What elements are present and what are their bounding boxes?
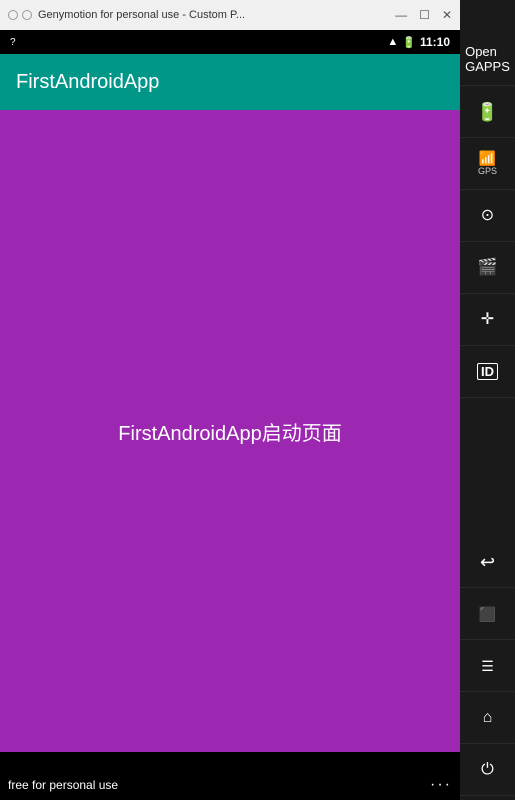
back-nav-icon: ↩: [480, 553, 495, 571]
signal-icon: ▲: [387, 36, 398, 48]
title-dots: [8, 10, 32, 20]
watermark-text: free for personal use: [8, 778, 118, 792]
more-button[interactable]: ···: [430, 776, 452, 794]
title-bar-left: Genymotion for personal use - Custom P..…: [8, 9, 245, 21]
open-gapps-icon: OpenGAPPS: [465, 45, 510, 74]
sidebar-item-camera[interactable]: ⊙: [460, 190, 515, 242]
main-content[interactable]: FirstAndroidApp启动页面: [0, 110, 460, 752]
minimize-button[interactable]: —: [395, 9, 407, 21]
sidebar-item-power[interactable]: ⏻: [460, 744, 515, 796]
dot-1: [8, 10, 18, 20]
clock: 11:10: [420, 35, 450, 49]
menu-nav-icon: ☰: [481, 659, 494, 673]
battery-icon: 🔋: [402, 36, 416, 49]
device-id-icon: ID: [477, 363, 498, 380]
dot-2: [22, 10, 32, 20]
gps-icon: 📶: [479, 151, 496, 165]
sidebar-item-device-id[interactable]: ID: [460, 346, 515, 398]
sidebar-item-recent[interactable]: ⬛: [460, 588, 515, 640]
close-button[interactable]: ✕: [442, 9, 452, 21]
home-nav-icon: ⌂: [483, 710, 493, 726]
gps-label: GPS: [478, 167, 497, 177]
status-bar: ? ▲ 🔋 11:10: [0, 30, 460, 54]
watermark-bar: free for personal use ···: [0, 770, 460, 800]
question-mark: ?: [10, 37, 16, 48]
recent-nav-icon: ⬛: [479, 607, 496, 621]
title-bar-controls: — ☐ ✕: [395, 9, 452, 21]
phone-emulator: ? ▲ 🔋 11:10 FirstAndroidApp FirstAndroid…: [0, 30, 460, 800]
sidebar-item-menu[interactable]: ☰: [460, 640, 515, 692]
app-bar: FirstAndroidApp: [0, 54, 460, 110]
sidebar-item-gps[interactable]: 📶 GPS: [460, 138, 515, 190]
sidebar-item-back[interactable]: ↩: [460, 536, 515, 588]
maximize-button[interactable]: ☐: [419, 9, 430, 21]
status-right: ▲ 🔋 11:10: [387, 35, 450, 49]
sidebar: OpenGAPPS 🔋 📶 GPS ⊙ 🎬 ✛ ID ↩ ⬛ ☰ ⌂ ⏻: [460, 30, 515, 800]
main-text: FirstAndroidApp启动页面: [118, 417, 341, 446]
battery-sidebar-icon: 🔋: [476, 103, 498, 121]
sidebar-item-move[interactable]: ✛: [460, 294, 515, 346]
power-icon: ⏻: [481, 762, 494, 778]
move-icon: ✛: [481, 312, 494, 328]
camera-icon: ⊙: [481, 208, 494, 224]
status-left: ?: [10, 37, 16, 48]
sidebar-item-battery[interactable]: 🔋: [460, 86, 515, 138]
video-icon: 🎬: [478, 260, 498, 276]
sidebar-item-video[interactable]: 🎬: [460, 242, 515, 294]
app-title: FirstAndroidApp: [16, 71, 159, 94]
window-title: Genymotion for personal use - Custom P..…: [38, 9, 245, 21]
title-bar: Genymotion for personal use - Custom P..…: [0, 0, 460, 30]
sidebar-item-home[interactable]: ⌂: [460, 692, 515, 744]
sidebar-item-open-gapps[interactable]: OpenGAPPS: [460, 34, 515, 86]
